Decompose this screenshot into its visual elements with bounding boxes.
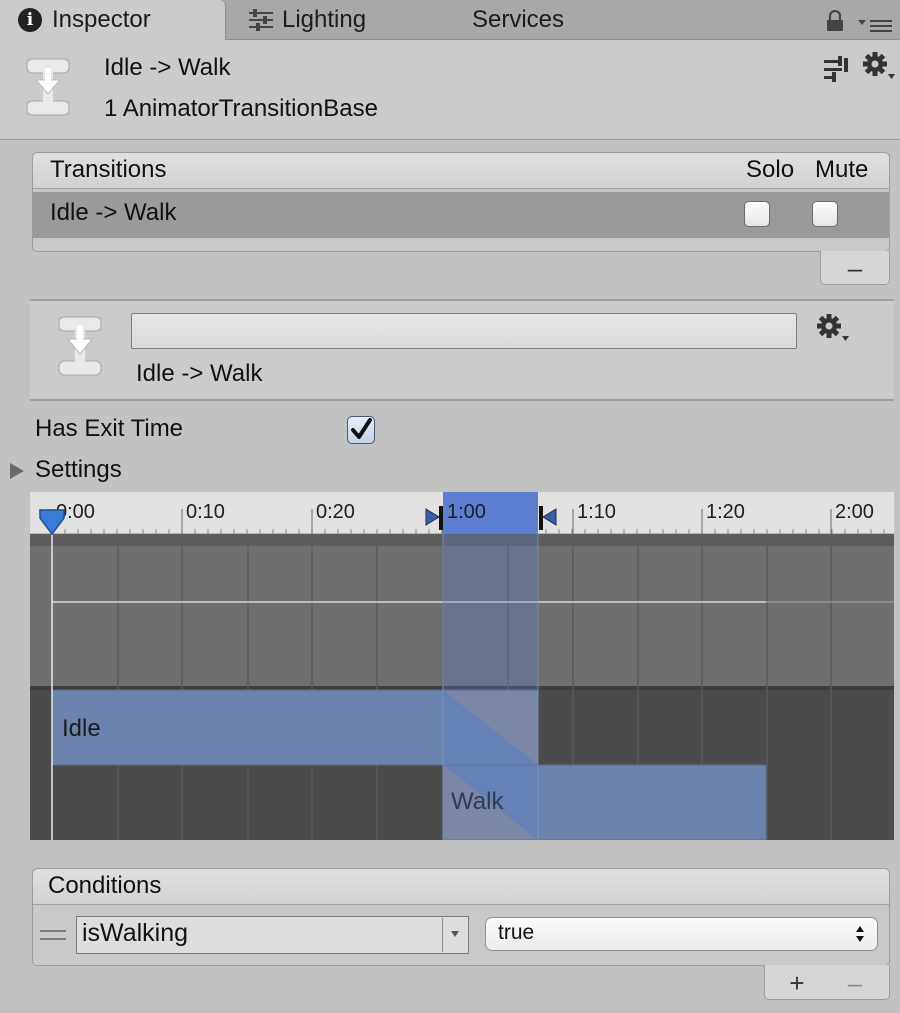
tab-label: Lighting <box>282 6 367 33</box>
solo-column-label: Solo <box>746 156 795 183</box>
preset-icon[interactable] <box>822 54 850 82</box>
has-exit-time-label: Has Exit Time <box>35 415 184 442</box>
ruler-tick-label: 2:00 <box>835 501 874 523</box>
lock-icon[interactable] <box>826 10 844 32</box>
object-title: Idle -> Walk <box>104 54 231 81</box>
tab-lighting[interactable]: Lighting <box>248 0 366 40</box>
gear-icon[interactable] <box>816 314 850 344</box>
up-down-arrows-icon <box>856 926 864 942</box>
transition-icon <box>58 316 102 376</box>
drag-handle-icon[interactable] <box>40 930 66 940</box>
object-type: 1 AnimatorTransitionBase <box>104 95 378 122</box>
clip-idle-label: Idle <box>62 715 101 742</box>
chevron-down-icon[interactable] <box>449 930 461 938</box>
remove-condition-button[interactable]: – <box>838 970 872 996</box>
condition-parameter-value: isWalking <box>82 919 189 947</box>
transition-icon <box>26 58 70 116</box>
dropdown-separator <box>442 918 443 952</box>
gear-icon[interactable] <box>862 52 896 82</box>
conditions-title: Conditions <box>48 872 162 899</box>
tab-inspector[interactable]: i Inspector <box>0 0 226 40</box>
remove-transition-button[interactable]: – <box>838 255 872 281</box>
ruler-tick-label: 1:00 <box>447 501 486 523</box>
tab-services[interactable]: Services <box>472 0 564 40</box>
ruler-tick-label: 1:10 <box>577 501 616 523</box>
mute-column-label: Mute <box>815 156 869 183</box>
has-exit-time-checkbox[interactable] <box>347 416 375 444</box>
transition-object-label: Idle -> Walk <box>136 360 263 387</box>
checkmark-icon <box>351 418 372 439</box>
transition-highlight[interactable] <box>443 534 538 840</box>
transition-timeline[interactable]: Idle Walk 0:00 0:10 0:20 1:00 1:10 1:20 2:00 <box>30 492 894 840</box>
ruler-tick-label: 1:20 <box>706 501 745 523</box>
foldout-arrow-icon[interactable] <box>9 462 25 480</box>
mute-checkbox[interactable] <box>812 201 838 227</box>
ruler-tick-label: 0:10 <box>186 501 225 523</box>
add-condition-button[interactable]: + <box>780 970 814 996</box>
sliders-icon <box>249 9 273 31</box>
transition-row-label: Idle -> Walk <box>50 199 177 226</box>
transition-name-field[interactable] <box>131 313 797 349</box>
tab-menu-icon[interactable] <box>858 18 892 34</box>
condition-value-select[interactable] <box>485 917 878 951</box>
tab-label: Inspector <box>52 6 151 33</box>
solo-checkbox[interactable] <box>744 201 770 227</box>
tab-label: Services <box>472 6 565 33</box>
condition-value-text: true <box>498 921 535 944</box>
ruler-tick-label: 0:20 <box>316 501 355 523</box>
info-icon: i <box>18 8 42 32</box>
settings-foldout-label[interactable]: Settings <box>35 456 122 484</box>
transitions-title: Transitions <box>50 156 167 183</box>
